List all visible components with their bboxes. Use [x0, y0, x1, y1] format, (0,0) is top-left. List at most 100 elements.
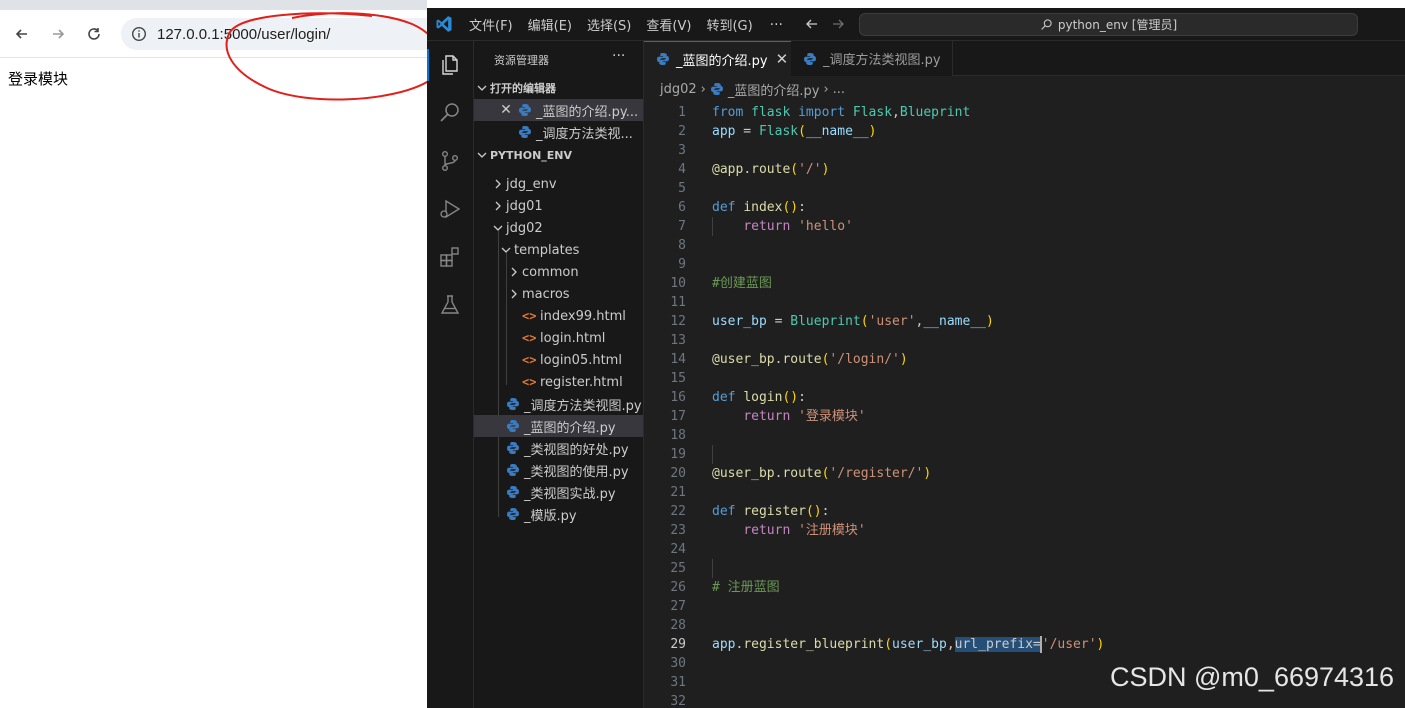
line-number: 13: [670, 333, 686, 348]
line-number: 14: [670, 352, 686, 367]
code-line[interactable]: 22 def register():: [644, 502, 1405, 521]
code-token: flask: [751, 105, 791, 120]
run-debug-icon[interactable]: [438, 197, 462, 221]
menu-file[interactable]: 文件(F): [469, 15, 513, 34]
tree-file[interactable]: _类视图的使用.py: [474, 459, 643, 481]
reload-button[interactable]: [82, 22, 106, 46]
explorer-more-button[interactable]: ···: [612, 48, 625, 64]
chevron-right-icon: ›: [823, 81, 829, 97]
menu-selection[interactable]: 选择(S): [587, 15, 631, 34]
code-line[interactable]: 7 return 'hello': [644, 217, 1405, 236]
menu-more[interactable]: ···: [770, 17, 783, 33]
code-token: ,: [946, 637, 955, 652]
source-control-icon[interactable]: [438, 149, 462, 173]
menu-edit[interactable]: 编辑(E): [528, 15, 572, 34]
explorer-files-icon[interactable]: [438, 53, 462, 77]
tree-item-label: jdg02: [506, 220, 543, 236]
close-icon[interactable]: ✕: [498, 102, 514, 118]
title-bar: 文件(F) 编辑(E) 选择(S) 查看(V) 转到(G) ··· python…: [427, 8, 1405, 41]
code-text: def login():: [712, 388, 806, 407]
code-text: return '注册模块': [712, 521, 865, 540]
code-line[interactable]: 5: [644, 179, 1405, 198]
tab-close-icon[interactable]: ✕: [776, 50, 789, 68]
code-line[interactable]: 6 def index():: [644, 198, 1405, 217]
code-line[interactable]: 16 def login():: [644, 388, 1405, 407]
code-line[interactable]: 26 # 注册蓝图: [644, 578, 1405, 597]
open-editor-item[interactable]: ✕ _蓝图的介绍.py...: [474, 99, 643, 121]
extensions-icon[interactable]: [438, 245, 462, 269]
code-text: @app.route('/'): [712, 160, 829, 179]
code-line[interactable]: 1 from flask import Flask,Blueprint: [644, 103, 1405, 122]
nav-forward-icon[interactable]: [830, 16, 846, 32]
line-number: 1: [678, 105, 686, 120]
address-bar[interactable]: 127.0.0.1:5000/user/login/: [121, 18, 441, 50]
code-line[interactable]: 23 return '注册模块': [644, 521, 1405, 540]
code-line[interactable]: 3: [644, 141, 1405, 160]
tree-file[interactable]: <> index99.html: [474, 305, 643, 327]
command-center-search[interactable]: python_env [管理员]: [859, 13, 1358, 36]
code-line[interactable]: 11: [644, 293, 1405, 312]
code-line[interactable]: 28: [644, 616, 1405, 635]
code-line[interactable]: 17 return '登录模块': [644, 407, 1405, 426]
code-line[interactable]: 10 #创建蓝图: [644, 274, 1405, 293]
back-button[interactable]: [10, 22, 34, 46]
code-line[interactable]: 14 @user_bp.route('/login/'): [644, 350, 1405, 369]
code-token: route: [782, 466, 822, 481]
code-line[interactable]: 29 app.register_blueprint(user_bp,url_pre…: [644, 635, 1405, 654]
tree-file[interactable]: _类视图实战.py: [474, 481, 643, 503]
tree-folder[interactable]: jdg01: [474, 195, 643, 217]
search-icon[interactable]: [438, 101, 462, 125]
code-line[interactable]: 13: [644, 331, 1405, 350]
url-text[interactable]: 127.0.0.1:5000/user/login/: [157, 26, 330, 43]
line-number: 3: [678, 143, 686, 158]
code-line[interactable]: 15: [644, 369, 1405, 388]
tree-folder[interactable]: templates: [474, 239, 643, 261]
code-token: Flask: [758, 124, 799, 139]
breadcrumb-folder[interactable]: jdg02: [660, 82, 697, 97]
tree-folder[interactable]: macros: [474, 283, 643, 305]
code-line[interactable]: 25: [644, 559, 1405, 578]
code-line[interactable]: 32: [644, 692, 1405, 708]
breadcrumb-more[interactable]: ...: [833, 82, 845, 97]
code-text: from flask import Flask,Blueprint: [712, 103, 970, 122]
code-line[interactable]: 8: [644, 236, 1405, 255]
tab-blueprint-intro[interactable]: _蓝图的介绍.py ✕: [644, 41, 791, 76]
tree-file[interactable]: <> login05.html: [474, 349, 643, 371]
code-line[interactable]: 4 @app.route('/'): [644, 160, 1405, 179]
code-line[interactable]: 9: [644, 255, 1405, 274]
line-number: 19: [670, 447, 686, 462]
tree-folder[interactable]: jdg_env: [474, 173, 643, 195]
tree-file[interactable]: <> login.html: [474, 327, 643, 349]
tree-file[interactable]: _蓝图的介绍.py: [474, 415, 643, 437]
code-line[interactable]: 19: [644, 445, 1405, 464]
code-line[interactable]: 18: [644, 426, 1405, 445]
code-token: (: [884, 637, 893, 652]
browser-toolbar: 127.0.0.1:5000/user/login/: [0, 10, 441, 58]
tree-file[interactable]: _模版.py: [474, 503, 643, 525]
nav-back-icon[interactable]: [804, 16, 820, 32]
breadcrumb-file[interactable]: _蓝图的介绍.py: [728, 80, 820, 99]
testing-flask-icon[interactable]: [438, 293, 462, 317]
code-line[interactable]: 27: [644, 597, 1405, 616]
workspace-header[interactable]: PYTHON_ENV: [474, 144, 643, 166]
tree-folder[interactable]: jdg02: [474, 217, 643, 239]
code-token: @user_bp: [712, 466, 775, 481]
code-line[interactable]: 21: [644, 483, 1405, 502]
tree-folder[interactable]: common: [474, 261, 643, 283]
forward-button[interactable]: [46, 22, 70, 46]
menu-view[interactable]: 查看(V): [646, 15, 691, 34]
open-editor-item[interactable]: _调度方法类视...: [474, 121, 643, 143]
code-line[interactable]: 20 @user_bp.route('/register/'): [644, 464, 1405, 483]
tree-file[interactable]: _类视图的好处.py: [474, 437, 643, 459]
open-editors-header[interactable]: 打开的编辑器: [474, 77, 643, 99]
menu-go[interactable]: 转到(G): [706, 15, 752, 34]
tree-file[interactable]: <> register.html: [474, 371, 643, 393]
tree-file[interactable]: _调度方法类视图.py: [474, 393, 643, 415]
code-line[interactable]: 2 app = Flask(__name__): [644, 122, 1405, 141]
code-token: index: [743, 200, 783, 215]
workspace-label: PYTHON_ENV: [490, 148, 573, 162]
info-icon[interactable]: [131, 26, 147, 42]
code-line[interactable]: 24: [644, 540, 1405, 559]
code-line[interactable]: 12 user_bp = Blueprint('user',__name__): [644, 312, 1405, 331]
tab-dispatch-view[interactable]: _调度方法类视图.py: [791, 41, 953, 76]
